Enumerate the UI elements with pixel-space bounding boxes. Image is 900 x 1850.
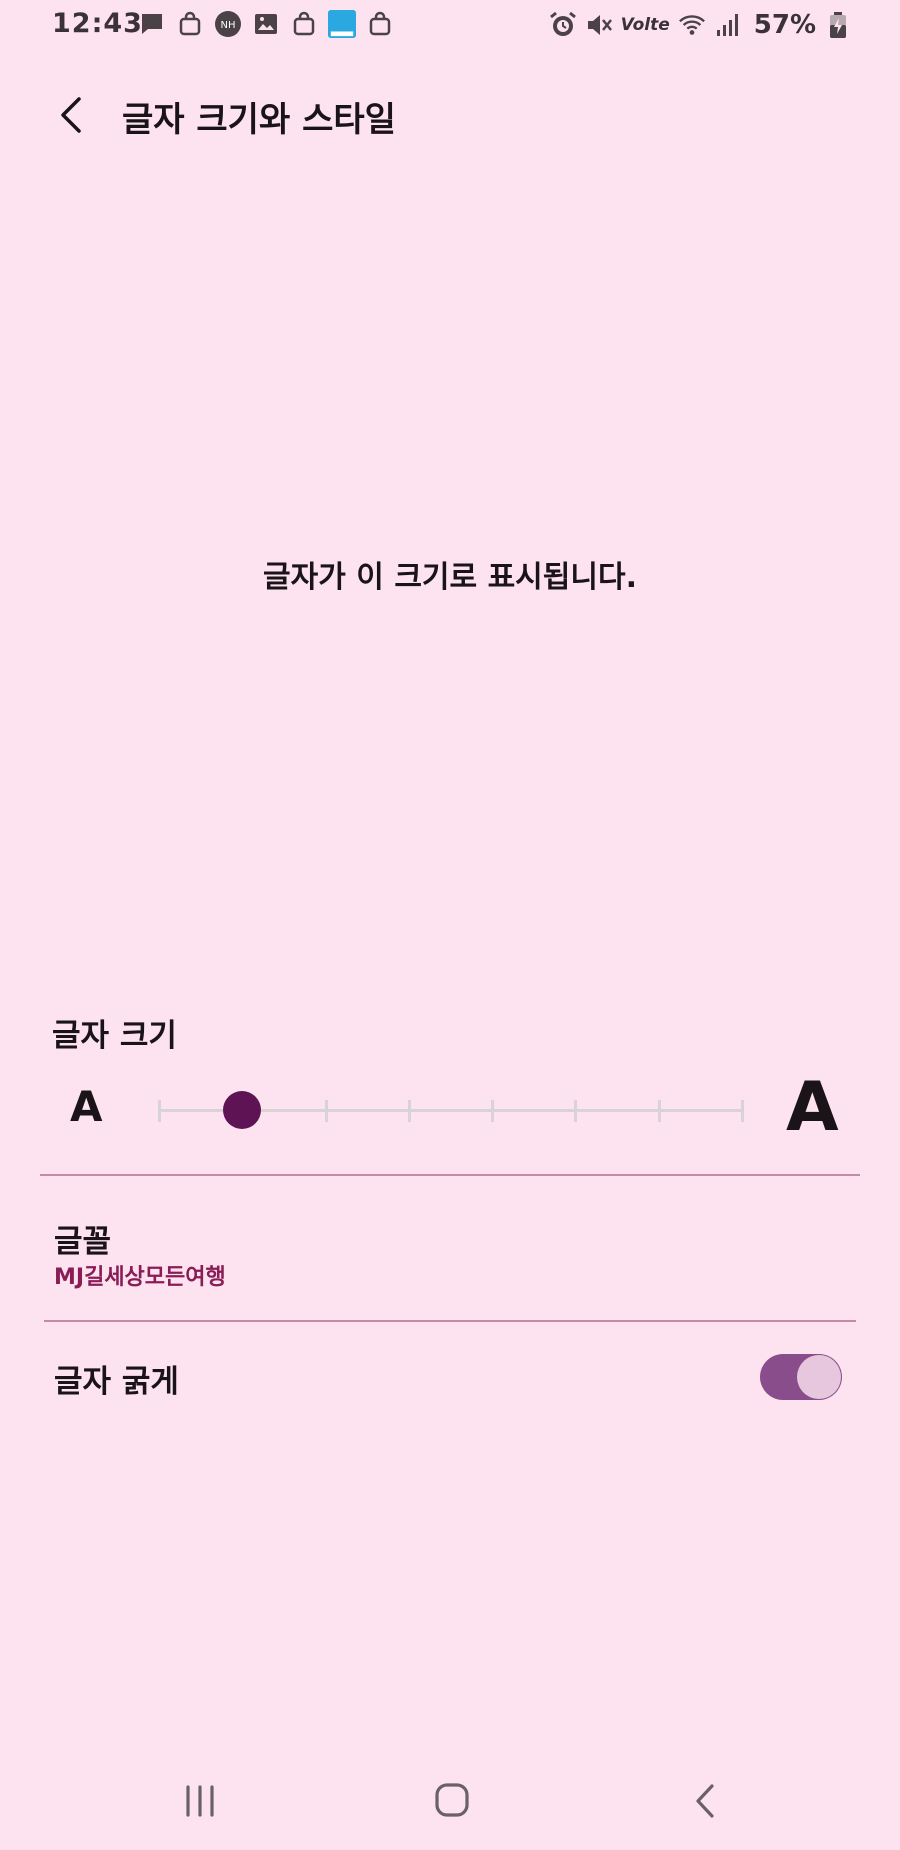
- recents-icon: [186, 1785, 214, 1817]
- font-preview-text: 글자가 이 크기로 표시됩니다.: [263, 560, 637, 595]
- svg-text:NH: NH: [221, 20, 236, 31]
- battery-percent: 57%: [753, 10, 816, 40]
- back-arrow-icon: [61, 97, 81, 133]
- font-size-slider[interactable]: [158, 1090, 744, 1130]
- volte-label: Volte: [620, 15, 670, 35]
- alarm-icon: [549, 11, 577, 39]
- slider-tick: [741, 1100, 744, 1122]
- toggle-knob: [797, 1355, 841, 1399]
- slider-tick: [574, 1100, 577, 1122]
- message-icon: [138, 10, 166, 38]
- shopping-bag-icon: [366, 10, 394, 38]
- slider-thumb[interactable]: [223, 1091, 261, 1129]
- nav-back-icon: [696, 1784, 714, 1818]
- slider-tick: [408, 1100, 411, 1122]
- small-a-glyph: A: [70, 1082, 103, 1131]
- page-title: 글자 크기와 스타일: [122, 100, 396, 140]
- wifi-icon: [678, 11, 706, 39]
- font-setting-row[interactable]: 글꼴 MJ길세상모든여행: [40, 1176, 860, 1320]
- status-time: 12:43: [52, 8, 143, 39]
- bold-label: 글자 굵게: [54, 1364, 179, 1400]
- pay-app-icon: [328, 10, 356, 38]
- large-a-glyph: A: [786, 1068, 839, 1147]
- slider-tick: [158, 1100, 161, 1122]
- slider-tick: [325, 1100, 328, 1122]
- slider-tick: [491, 1100, 494, 1122]
- nav-back-button[interactable]: [692, 1782, 718, 1820]
- shopping-bag-icon: [176, 10, 204, 38]
- home-button[interactable]: [434, 1782, 470, 1818]
- slider-tick: [658, 1100, 661, 1122]
- mute-icon: [585, 11, 613, 39]
- back-button[interactable]: [48, 92, 94, 138]
- font-value: MJ길세상모든여행: [54, 1265, 226, 1290]
- recent-apps-button[interactable]: [182, 1784, 218, 1818]
- home-icon: [435, 1783, 469, 1817]
- signal-icon: [714, 11, 742, 39]
- font-size-label: 글자 크기: [52, 1018, 177, 1054]
- system-icons: Volte 57%: [549, 10, 852, 40]
- navigation-bar: [0, 1768, 900, 1850]
- notification-icons: NH: [138, 10, 394, 38]
- status-bar: 12:43 NH Volte 57%: [0, 0, 900, 56]
- bold-toggle[interactable]: [760, 1354, 842, 1400]
- shopping-bag-icon: [290, 10, 318, 38]
- battery-charging-icon: [824, 11, 852, 39]
- divider: [44, 1320, 856, 1322]
- app-bar: 글자 크기와 스타일: [0, 80, 900, 150]
- bold-setting-row[interactable]: 글자 굵게: [40, 1324, 860, 1428]
- nh-bank-icon: NH: [214, 10, 242, 38]
- font-label: 글꼴: [54, 1224, 112, 1260]
- gallery-icon: [252, 10, 280, 38]
